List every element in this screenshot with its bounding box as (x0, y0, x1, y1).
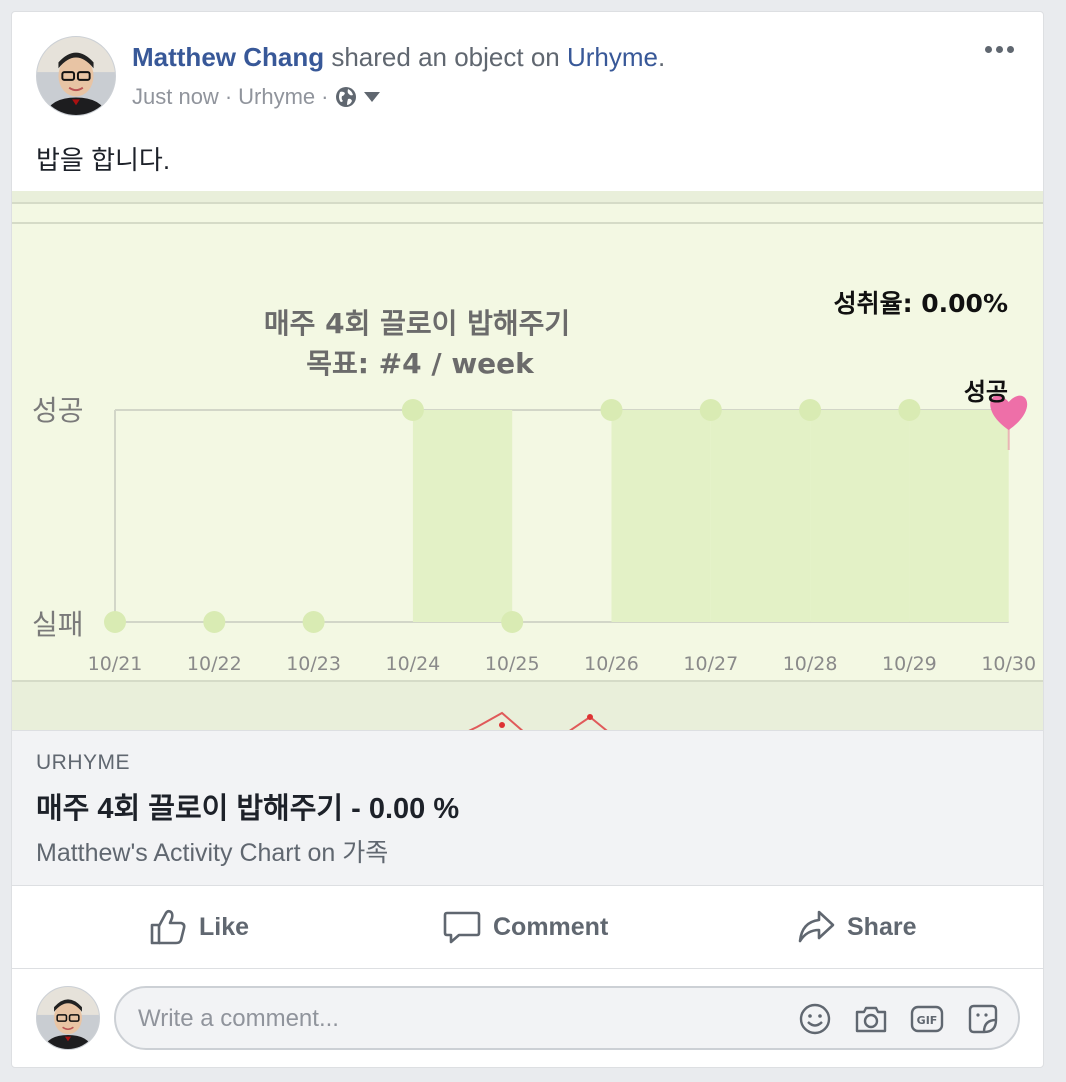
share-label: Share (847, 912, 917, 941)
sticker-icon (968, 1004, 998, 1034)
emoji-button[interactable] (798, 1002, 832, 1036)
share-button[interactable]: Share (797, 886, 916, 968)
comment-input[interactable] (136, 988, 780, 1050)
chart-title: 매주 4회 끌로이 밥해주기 (264, 307, 570, 340)
more-options-button[interactable] (985, 40, 1025, 64)
app-name-link[interactable]: Urhyme (567, 42, 658, 72)
link-subtitle: Matthew's Activity Chart on 가족 (36, 839, 389, 867)
post-header: Matthew Chang shared an object on Urhyme… (12, 12, 1043, 202)
data-point (203, 611, 226, 633)
share-icon (798, 910, 835, 943)
data-point (401, 399, 424, 421)
meta-separator-2: · (321, 84, 329, 109)
x-tick-label: 10/24 (386, 653, 441, 675)
post-source[interactable]: Urhyme (238, 84, 315, 110)
audience-selector[interactable] (335, 86, 381, 108)
link-title[interactable]: 매주 4회 끌로이 밥해주기 - 0.00 % (36, 785, 459, 827)
like-button[interactable]: Like (149, 886, 249, 968)
next-chart-peek-point-2 (587, 714, 593, 720)
y-label-success: 성공 (32, 394, 84, 427)
next-chart-peek-point (499, 722, 505, 728)
post-time[interactable]: Just now (132, 84, 219, 110)
chart-subtitle: 목표: #4 / week (306, 347, 535, 380)
data-point (302, 611, 325, 633)
svg-text:GIF: GIF (917, 1014, 938, 1027)
data-point (600, 399, 623, 421)
post-title: Matthew Chang shared an object on Urhyme… (132, 42, 665, 73)
x-tick-label: 10/25 (485, 653, 540, 675)
gif-button[interactable]: GIF (910, 1002, 944, 1036)
sticker-button[interactable] (966, 1002, 1000, 1036)
link-domain: URHYME (36, 751, 131, 774)
chevron-down-icon (363, 92, 380, 102)
success-area (611, 410, 711, 622)
comment-composer: GIF (114, 986, 1020, 1050)
title-period: . (657, 42, 666, 72)
x-tick-label: 10/27 (683, 653, 738, 675)
success-area (909, 410, 1009, 622)
like-label: Like (199, 912, 250, 941)
post-text: 밥을 합니다. (36, 145, 171, 175)
x-tick-label: 10/22 (187, 653, 242, 675)
post-action-text: shared an object on (331, 42, 560, 72)
comment-button[interactable]: Comment (443, 886, 608, 968)
comment-label: Comment (493, 912, 609, 941)
globe-icon (335, 87, 356, 107)
author-avatar[interactable] (36, 36, 116, 116)
y-label-failure: 실패 (32, 608, 84, 641)
link-preview[interactable]: URHYME 매주 4회 끌로이 밥해주기 - 0.00 % Matthew's… (12, 730, 1043, 886)
profile-photo (37, 37, 115, 115)
chart-bottom-band (12, 681, 1043, 730)
gif-icon: GIF (910, 1005, 944, 1033)
activity-chart: 실패 성공 10/21 10/22 10/23 10/24 10/25 10/26 10/27 1… (12, 191, 1043, 730)
chart-top-band (12, 191, 1043, 203)
x-tick-label: 10/23 (286, 653, 341, 675)
data-point (104, 611, 126, 633)
chart-image[interactable]: 실패 성공 10/21 10/22 10/23 10/24 10/25 10/26 10/27 1… (12, 191, 1043, 730)
data-point (699, 399, 722, 421)
x-tick-label: 10/26 (584, 653, 639, 675)
emoji-icon (799, 1003, 831, 1035)
success-area (810, 410, 910, 622)
data-point (898, 399, 921, 421)
data-point (501, 611, 524, 633)
camera-button[interactable] (854, 1002, 888, 1036)
x-tick-label: 10/28 (783, 653, 838, 675)
author-name-link[interactable]: Matthew Chang (132, 42, 324, 72)
camera-icon (855, 1006, 887, 1033)
x-tick-label: 10/30 (981, 653, 1036, 675)
data-point (799, 399, 822, 421)
achievement-label: 성취율: 0.00% (834, 289, 1008, 318)
like-icon (150, 909, 186, 945)
success-area (412, 410, 513, 622)
end-label: 성공 (964, 378, 1008, 406)
meta-separator: · (224, 84, 233, 109)
profile-photo-small (37, 987, 99, 1049)
success-area (710, 410, 811, 622)
post-meta: Just now · Urhyme · (132, 84, 381, 110)
comment-icon (443, 911, 481, 944)
action-bar: Like Comment Share (12, 886, 1043, 969)
post-card: Matthew Chang shared an object on Urhyme… (11, 11, 1044, 1068)
x-tick-label: 10/29 (882, 653, 937, 675)
x-tick-label: 10/21 (88, 653, 143, 675)
commenter-avatar[interactable] (36, 986, 100, 1050)
